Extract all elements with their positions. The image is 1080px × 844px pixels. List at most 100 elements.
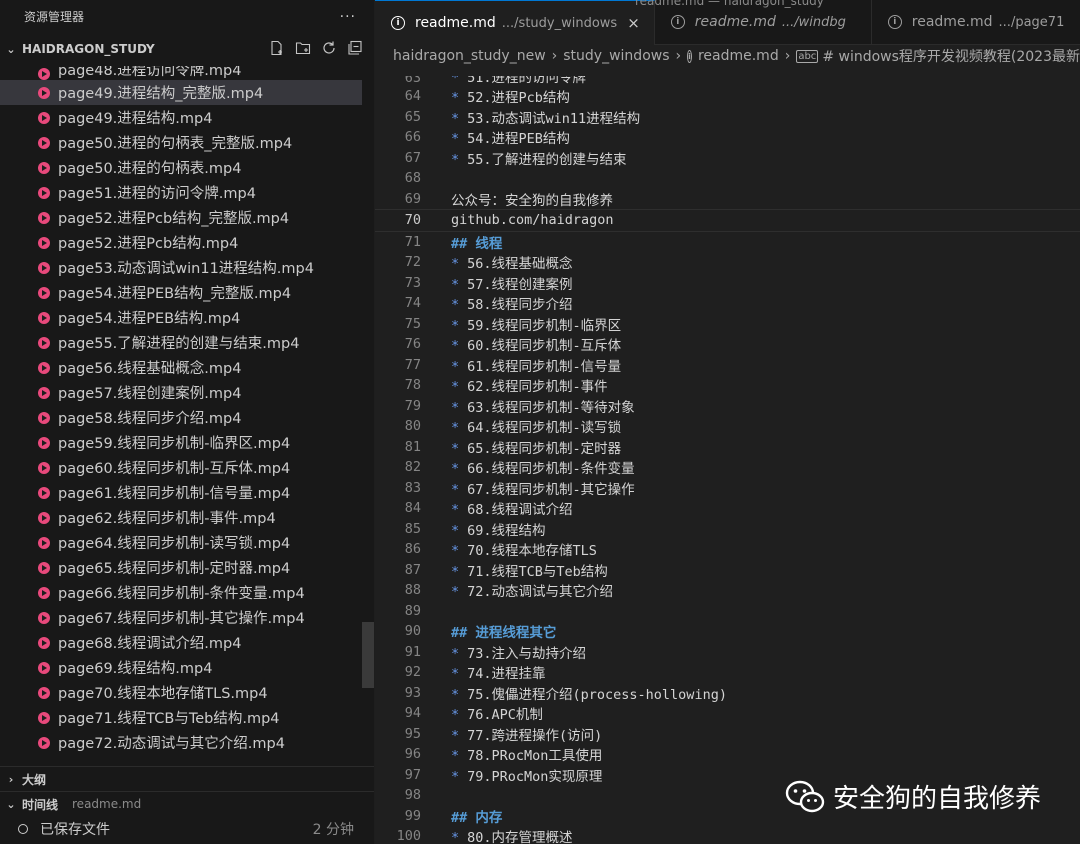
scrollbar-thumb[interactable] xyxy=(362,622,374,688)
bullet-marker: * xyxy=(451,522,460,539)
file-item[interactable]: page69.线程结构.mp4 xyxy=(0,655,362,680)
video-file-icon xyxy=(38,336,50,349)
new-file-icon[interactable] xyxy=(268,39,286,57)
video-file-icon xyxy=(38,86,50,99)
file-item[interactable]: page66.线程同步机制-条件变量.mp4 xyxy=(0,580,362,605)
file-item[interactable]: page57.线程创建案例.mp4 xyxy=(0,380,362,405)
breadcrumb: haidragon_study_new › study_windows › i … xyxy=(375,45,1080,67)
info-icon: i xyxy=(887,15,902,29)
breadcrumb-item[interactable]: haidragon_study_new xyxy=(393,48,546,64)
tab-readme-page71[interactable]: i readme.md .../page71 xyxy=(872,0,1079,44)
line-number: 85 xyxy=(404,520,421,537)
file-item[interactable]: page50.进程的句柄表_完整版.mp4 xyxy=(0,130,362,155)
window-title: readme.md — haidragon_study xyxy=(635,0,824,8)
file-item[interactable]: page52.进程Pcb结构.mp4 xyxy=(0,230,362,255)
chevron-right-icon[interactable]: › xyxy=(0,773,22,786)
file-item[interactable]: page58.线程同步介绍.mp4 xyxy=(0,405,362,430)
code-line: 74 * 58.线程同步介绍 xyxy=(375,293,1080,314)
line-number: 80 xyxy=(404,418,421,435)
line-text: * 80.内存管理概述 xyxy=(451,826,573,844)
breadcrumb-item[interactable]: # windows程序开发视频教程(2023最新 xyxy=(822,46,1080,66)
file-item[interactable]: page49.进程结构_完整版.mp4 xyxy=(0,80,362,105)
timeline-entry-time: 2 分钟 xyxy=(312,822,354,838)
line-content: 64.线程同步机制-读写锁 xyxy=(467,420,622,437)
file-item[interactable]: page59.线程同步机制-临界区.mp4 xyxy=(0,430,362,455)
line-text: ## 进程线程其它 xyxy=(451,621,556,641)
code-line: 77 * 61.线程同步机制-信号量 xyxy=(375,355,1080,376)
tab-path: .../windbg xyxy=(781,14,846,30)
code-line: 81 * 65.线程同步机制-定时器 xyxy=(375,437,1080,458)
code-line: 89 xyxy=(375,601,1080,622)
bullet-marker: * xyxy=(451,440,460,457)
more-actions-icon[interactable]: ··· xyxy=(340,0,356,34)
file-item[interactable]: page55.了解进程的创建与结束.mp4 xyxy=(0,330,362,355)
file-name: page72.动态调试与其它介绍.mp4 xyxy=(58,736,285,752)
code-line: 93 * 75.傀儡进程介绍(process-hollowing) xyxy=(375,683,1080,704)
chevron-down-icon[interactable]: ⌄ xyxy=(0,43,22,56)
file-item[interactable]: page71.线程TCB与Teb结构.mp4 xyxy=(0,705,362,730)
tab-readme-study-windows[interactable]: i readme.md .../study_windows × xyxy=(375,0,655,45)
file-item[interactable]: page54.进程PEB结构.mp4 xyxy=(0,305,362,330)
sidebar-scrollbar[interactable] xyxy=(362,66,374,760)
line-content: 58.线程同步介绍 xyxy=(467,297,573,314)
line-text: ## 线程 xyxy=(451,232,502,252)
outline-section[interactable]: › 大纲 xyxy=(0,766,374,791)
line-number: 97 xyxy=(404,766,421,783)
file-item[interactable]: page53.动态调试win11进程结构.mp4 xyxy=(0,255,362,280)
file-item[interactable]: page50.进程的句柄表.mp4 xyxy=(0,155,362,180)
close-icon[interactable]: × xyxy=(627,14,640,32)
file-item[interactable]: page61.线程同步机制-信号量.mp4 xyxy=(0,480,362,505)
code-line: 75 * 59.线程同步机制-临界区 xyxy=(375,314,1080,335)
file-item[interactable]: page65.线程同步机制-定时器.mp4 xyxy=(0,555,362,580)
video-file-icon xyxy=(38,161,50,174)
editor-area: readme.md — haidragon_study i readme.md … xyxy=(375,0,1080,844)
file-item[interactable]: page72.动态调试与其它介绍.mp4 xyxy=(0,730,362,755)
file-name: page51.进程的访问令牌.mp4 xyxy=(58,186,256,202)
breadcrumb-item[interactable]: study_windows xyxy=(563,48,669,64)
timeline-entry-label: 已保存文件 xyxy=(40,822,110,838)
file-item[interactable]: page56.线程基础概念.mp4 xyxy=(0,355,362,380)
video-file-icon xyxy=(38,286,50,299)
video-file-icon xyxy=(38,736,50,749)
line-content: 69.线程结构 xyxy=(467,522,546,539)
line-text: * 52.进程Pcb结构 xyxy=(451,86,570,106)
file-item[interactable]: page62.线程同步机制-事件.mp4 xyxy=(0,505,362,530)
file-item[interactable]: page70.线程本地存储TLS.mp4 xyxy=(0,680,362,705)
refresh-icon[interactable] xyxy=(320,39,338,57)
line-content: github.com/haidragon xyxy=(451,212,614,229)
file-item[interactable]: page54.进程PEB结构_完整版.mp4 xyxy=(0,280,362,305)
timeline-file: readme.md xyxy=(72,797,142,811)
tab-label: readme.md xyxy=(694,14,776,30)
file-item[interactable]: page49.进程结构.mp4 xyxy=(0,105,362,130)
line-text: * 66.线程同步机制-条件变量 xyxy=(451,457,635,477)
info-icon: i xyxy=(687,49,692,63)
timeline-section[interactable]: ⌄ 时间线 readme.md xyxy=(0,791,374,816)
file-item[interactable]: page51.进程的访问令牌.mp4 xyxy=(0,180,362,205)
line-number: 65 xyxy=(404,108,421,125)
timeline-entry[interactable]: 已保存文件 2 分钟 xyxy=(0,816,374,842)
file-name: page56.线程基础概念.mp4 xyxy=(58,361,242,377)
chevron-down-icon[interactable]: ⌄ xyxy=(0,798,22,811)
bullet-marker: * xyxy=(451,110,460,127)
collapse-all-icon[interactable] xyxy=(346,39,364,57)
video-file-icon xyxy=(38,686,50,699)
breadcrumb-item[interactable]: readme.md xyxy=(698,48,779,64)
line-text: * 53.动态调试win11进程结构 xyxy=(451,107,640,127)
new-folder-icon[interactable] xyxy=(294,39,312,57)
bullet-marker: * xyxy=(451,76,460,86)
file-item-partial[interactable]: page48.进程访问令牌.mp4 xyxy=(0,66,362,80)
chevron-right-icon: › xyxy=(784,48,791,64)
folder-header[interactable]: ⌄ HAIDRAGON_STUDY xyxy=(0,36,374,62)
line-number: 89 xyxy=(404,602,421,619)
line-text: * 75.傀儡进程介绍(process-hollowing) xyxy=(451,683,727,703)
file-item[interactable]: page68.线程调试介绍.mp4 xyxy=(0,630,362,655)
file-item[interactable]: page67.线程同步机制-其它操作.mp4 xyxy=(0,605,362,630)
line-text: * 77.跨进程操作(访问) xyxy=(451,724,602,744)
code-line: 82 * 66.线程同步机制-条件变量 xyxy=(375,457,1080,478)
file-item[interactable]: page60.线程同步机制-互斥体.mp4 xyxy=(0,455,362,480)
line-content: 66.线程同步机制-条件变量 xyxy=(467,461,635,478)
line-text: * 65.线程同步机制-定时器 xyxy=(451,437,621,457)
file-item[interactable]: page52.进程Pcb结构_完整版.mp4 xyxy=(0,205,362,230)
code-view[interactable]: 63 * 51.进程的访问令牌 64 * 52.进程Pcb结构 65 * 53.动态调试wi… xyxy=(375,76,1080,844)
file-item[interactable]: page64.线程同步机制-读写锁.mp4 xyxy=(0,530,362,555)
